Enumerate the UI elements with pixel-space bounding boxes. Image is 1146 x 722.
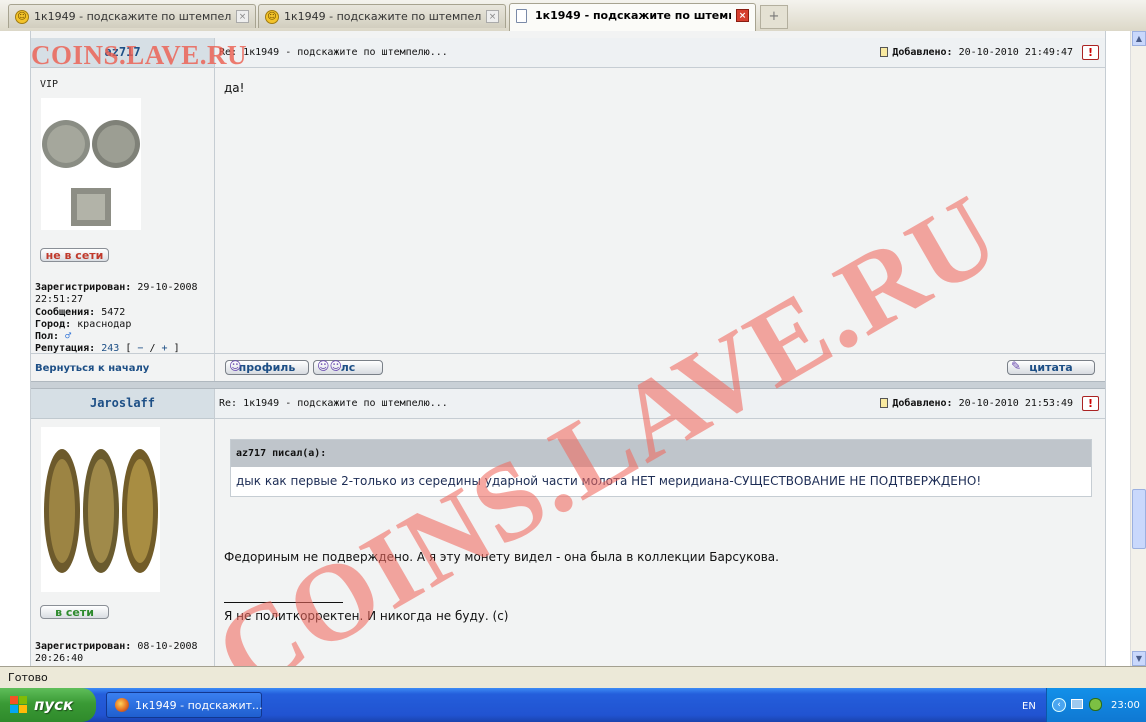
new-tab-button[interactable]: + [760, 5, 788, 29]
close-icon[interactable]: × [236, 10, 249, 23]
language-indicator[interactable]: EN [1022, 701, 1036, 712]
city-label: Город: [35, 318, 72, 330]
post-footer: Вернуться к началу ☺ профиль ☺☺ лс ✎ цит… [31, 353, 1105, 382]
taskbar-firefox-item[interactable]: 1к1949 - подскажит... [106, 692, 263, 718]
windows-flag-icon [10, 696, 27, 713]
reg-time: 22:51:27 [35, 294, 84, 306]
post-date: Добавлено: 20-10-2010 21:49:47 [880, 47, 1073, 58]
author-info: в сети Зарегистрирован: 08-10-2008 20:26… [31, 419, 214, 666]
status-text: Готово [8, 671, 48, 684]
tab-label: 1к1949 - подскажите по штемпелю.... [284, 10, 481, 23]
windows-taskbar: пуск 1к1949 - подскажит... EN ‹ 23:00 [0, 688, 1146, 722]
chevron-left-icon[interactable]: ‹ [1052, 698, 1066, 712]
tab-1[interactable]: ☺ 1к1949 - подскажите по штемпелю... × [8, 4, 256, 28]
quote-button[interactable]: ✎ цитата [1007, 359, 1095, 375]
start-label: пуск [34, 696, 74, 714]
avatar [41, 98, 141, 230]
scroll-thumb[interactable] [1132, 489, 1146, 549]
post-header: Re: 1к1949 - подскажите по штемпелю... Д… [214, 38, 1105, 68]
date-label: Добавлено: [892, 47, 953, 58]
msg-count: 5472 [101, 306, 126, 318]
post-text: да! [224, 81, 245, 95]
male-icon: ♂ [65, 331, 72, 343]
tab-2[interactable]: ☺ 1к1949 - подскажите по штемпелю.... × [258, 4, 506, 28]
system-tray: ‹ 23:00 [1046, 688, 1146, 722]
msg-label: Сообщения: [35, 306, 96, 318]
date-value: 20-10-2010 21:53:49 [958, 398, 1073, 409]
post-subject: Re: 1к1949 - подскажите по штемпелю... [219, 398, 448, 409]
back-to-top-link[interactable]: Вернуться к началу [35, 363, 149, 374]
firefox-icon [115, 698, 129, 712]
page-favicon-icon [516, 9, 527, 23]
date-label: Добавлено: [892, 398, 953, 409]
profile-button[interactable]: ☺ профиль [225, 359, 309, 375]
forum-topic: az717 Re: 1к1949 - подскажите по штемпел… [30, 31, 1106, 666]
footer-divider [214, 354, 215, 382]
close-icon[interactable]: × [736, 9, 749, 22]
offline-status-badge: не в сети [40, 248, 109, 262]
clock[interactable]: 23:00 [1111, 700, 1140, 711]
reg-date: 08-10-2008 [137, 641, 198, 652]
city-value: краснодар [77, 318, 132, 330]
profile-button-label: профиль [238, 361, 296, 374]
reg-label: Зарегистрирован: [35, 641, 132, 652]
browser-status-bar: Готово [0, 666, 1146, 688]
post-subject: Re: 1к1949 - подскажите по штемпелю... [219, 47, 448, 58]
sex-label: Пол: [35, 331, 60, 343]
speech-bubble-icon: ✎ [1011, 359, 1022, 373]
quote-button-label: цитата [1029, 361, 1073, 374]
pm-button[interactable]: ☺☺ лс [313, 359, 383, 375]
post-separator [31, 381, 1105, 389]
reg-time: 20:26:40 [35, 653, 84, 665]
network-icon[interactable] [1071, 699, 1083, 709]
reg-date: 29-10-2008 [137, 282, 198, 293]
post-doc-icon [880, 398, 889, 408]
tab-3-active[interactable]: 1к1949 - подскажите по штемп × [509, 3, 756, 31]
start-button[interactable]: пуск [0, 688, 96, 722]
tab-label: 1к1949 - подскажите по штемпелю... [34, 10, 231, 23]
smiley-favicon-icon: ☺ [265, 10, 279, 24]
scroll-down-icon[interactable]: ▼ [1132, 651, 1146, 666]
security-icon[interactable] [1089, 698, 1102, 711]
post-date: Добавлено: 20-10-2010 21:53:49 [880, 398, 1073, 409]
reg-label: Зарегистрирован: [35, 282, 132, 293]
user-rank: VIP [40, 79, 59, 90]
report-icon[interactable]: ! [1082, 396, 1099, 411]
pm-button-label: лс [340, 361, 356, 374]
page-viewport: az717 Re: 1к1949 - подскажите по штемпел… [0, 31, 1130, 666]
tab-label: 1к1949 - подскажите по штемп [535, 9, 731, 22]
scroll-up-icon[interactable]: ▲ [1132, 31, 1146, 46]
online-status-badge: в сети [40, 605, 109, 619]
avatar [41, 427, 160, 592]
post-doc-icon [880, 47, 889, 57]
date-value: 20-10-2010 21:49:47 [958, 47, 1073, 58]
smiley-favicon-icon: ☺ [15, 10, 29, 24]
report-icon[interactable]: ! [1082, 45, 1099, 60]
coin-avatar-icon [41, 427, 160, 592]
vertical-scrollbar[interactable]: ▲ ▼ [1130, 31, 1146, 666]
profile-details: Зарегистрирован: 08-10-2008 20:26:40 [35, 641, 213, 666]
watermark-top: COINS.LAVE.RU [31, 40, 248, 70]
author-info: VIP не в сети Зарегистрирован: 29-10-200… [31, 68, 214, 356]
close-icon[interactable]: × [486, 10, 499, 23]
post-author-name[interactable]: Jaroslaff [31, 389, 214, 419]
task-label: 1к1949 - подскажит... [135, 699, 263, 712]
coin-avatar-icon [41, 98, 141, 230]
user-icon: ☺ [229, 359, 242, 373]
browser-tab-bar: ☺ 1к1949 - подскажите по штемпелю... × ☺… [0, 0, 1146, 32]
profile-details: Зарегистрирован: 29-10-2008 22:51:27 Соо… [35, 282, 213, 356]
users-icon: ☺☺ [317, 359, 343, 373]
